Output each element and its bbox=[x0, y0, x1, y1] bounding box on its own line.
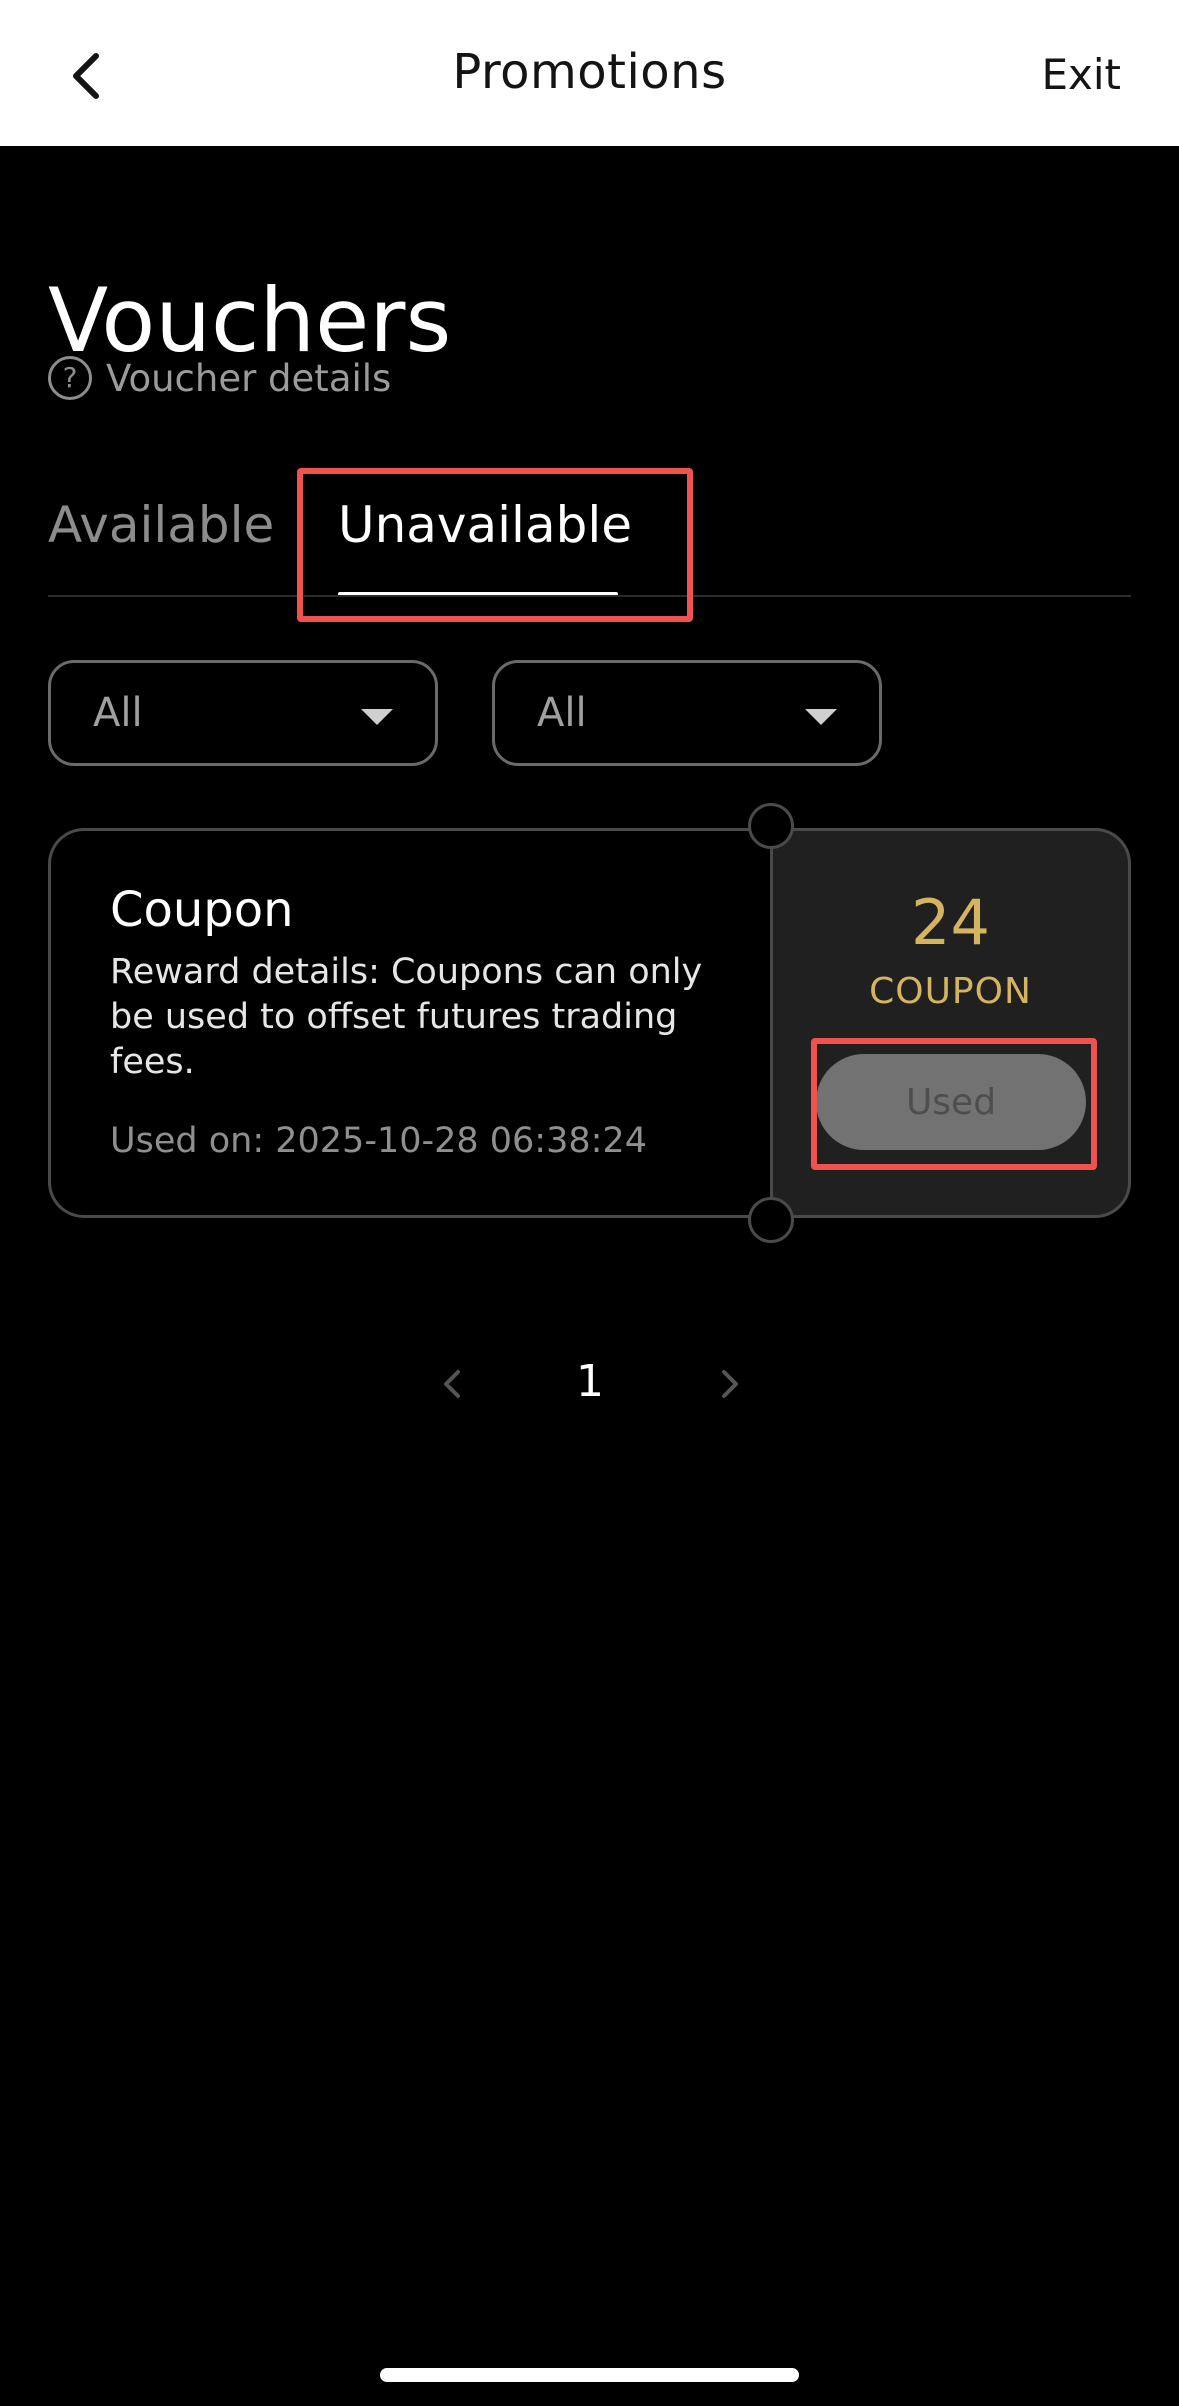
filter-value: All bbox=[93, 690, 143, 736]
tab-unavailable[interactable]: Unavailable bbox=[338, 500, 632, 550]
coupon-card: Coupon Reward details: Coupons can only … bbox=[48, 803, 1131, 1243]
coupon-amount: 24 bbox=[911, 886, 990, 959]
filter-value: All bbox=[537, 690, 587, 736]
caret-down-icon bbox=[805, 709, 837, 725]
page-title: Vouchers bbox=[48, 268, 452, 372]
chevron-right-icon bbox=[722, 1370, 738, 1398]
voucher-details-label: Voucher details bbox=[106, 356, 392, 400]
question-circle-icon: ? bbox=[48, 356, 92, 400]
voucher-tabs: Available Unavailable bbox=[48, 470, 1131, 596]
top-nav-bar: Promotions Exit bbox=[0, 0, 1179, 146]
ticket-notch-bottom bbox=[748, 1197, 794, 1243]
coupon-description: Reward details: Coupons can only be used… bbox=[110, 952, 703, 1082]
used-button[interactable]: Used bbox=[816, 1054, 1086, 1150]
caret-down-icon bbox=[361, 709, 393, 725]
chevron-left-icon bbox=[444, 1370, 460, 1398]
ticket-notch-top bbox=[748, 803, 794, 849]
voucher-details-link[interactable]: ? Voucher details bbox=[48, 356, 391, 400]
exit-button[interactable]: Exit bbox=[1041, 50, 1121, 99]
prev-page-button[interactable] bbox=[432, 1364, 472, 1404]
coupon-title: Coupon bbox=[110, 882, 294, 938]
page-number-current[interactable]: 1 bbox=[560, 1360, 620, 1404]
pagination: 1 bbox=[0, 1346, 1179, 1426]
home-indicator bbox=[380, 2368, 799, 2382]
next-page-button[interactable] bbox=[710, 1364, 750, 1404]
coupon-unit: COUPON bbox=[869, 971, 1032, 1012]
filter-dropdown-status[interactable]: All bbox=[492, 660, 882, 766]
tabs-divider bbox=[48, 595, 1131, 597]
page-header-title: Promotions bbox=[452, 44, 727, 100]
filter-dropdown-type[interactable]: All bbox=[48, 660, 438, 766]
coupon-used-date: Used on: 2025-10-28 06:38:24 bbox=[110, 1121, 647, 1161]
tab-available[interactable]: Available bbox=[48, 500, 274, 550]
